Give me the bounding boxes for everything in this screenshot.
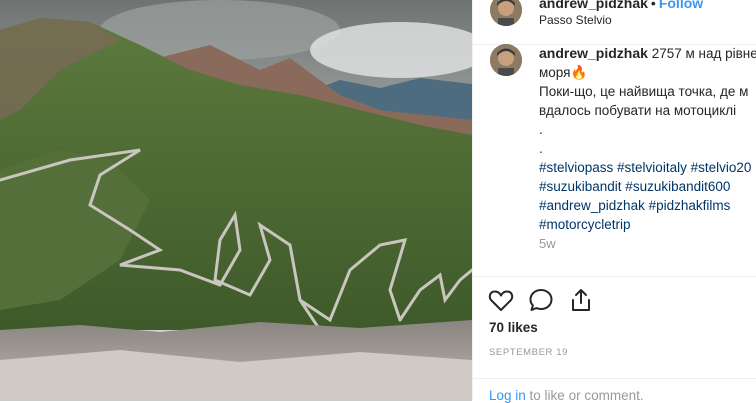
post-header: andrew_pidzhak • Follow Passo Stelvio (473, 0, 756, 45)
caption-first-line: andrew_pidzhak 2757 м над рівнем (539, 44, 756, 63)
caption-line: . (539, 122, 543, 137)
divider (473, 378, 756, 379)
caption-line: моря🔥 (539, 65, 588, 80)
caption-line: Поки-що, це найвища точка, де м (539, 84, 749, 99)
header-username[interactable]: andrew_pidzhak (539, 0, 648, 11)
post-sidebar: andrew_pidzhak • Follow Passo Stelvio andr… (472, 0, 756, 403)
header-separator: • (650, 0, 656, 11)
post-age[interactable]: 5w (539, 236, 556, 251)
hashtag-line[interactable]: #andrew_pidzhak #pidzhakfilms (539, 196, 756, 215)
heart-icon[interactable] (487, 286, 515, 314)
hashtag-line[interactable]: #suzukibandit #suzukibandit600 (539, 177, 756, 196)
follow-button[interactable]: Follow (659, 0, 703, 11)
share-icon[interactable] (567, 286, 595, 314)
post-caption: andrew_pidzhak 2757 м над рівнем моря🔥 П… (539, 44, 756, 234)
caption-line: . (539, 141, 543, 156)
caption-username[interactable]: andrew_pidzhak (539, 45, 648, 61)
post-photo[interactable] (0, 0, 472, 401)
caption-avatar[interactable] (490, 44, 522, 76)
hashtag-line[interactable]: #motorcycletrip (539, 215, 756, 234)
header-user-row: andrew_pidzhak • Follow (539, 0, 703, 11)
likes-count[interactable]: 70 likes (489, 320, 538, 335)
hashtag-line[interactable]: #stelviopass #stelvioitaly #stelvio20 (539, 158, 756, 177)
caption-text: 2757 м над рівнем (651, 46, 756, 61)
post-date: SEPTEMBER 19 (489, 347, 569, 358)
avatar[interactable] (490, 0, 522, 26)
caption-line: вдалось побувати на мотоцикліﾠ (539, 103, 749, 118)
divider (473, 276, 756, 277)
comment-icon[interactable] (527, 286, 555, 314)
location-link[interactable]: Passo Stelvio (539, 13, 612, 27)
